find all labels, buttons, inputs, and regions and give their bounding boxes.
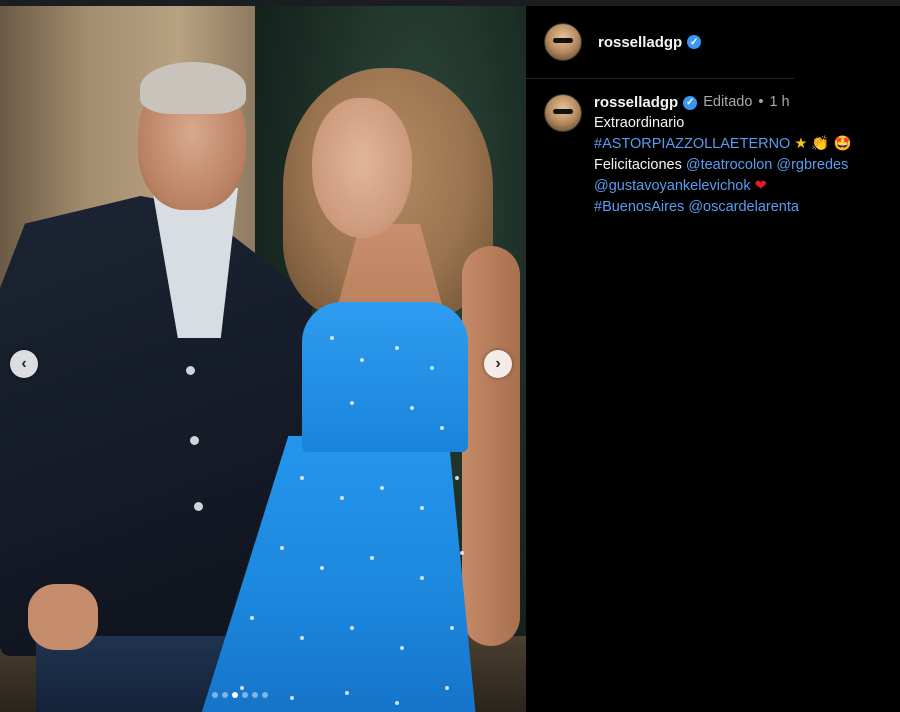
caption-line: #BuenosAires @oscardelarenta (594, 197, 852, 218)
dress-sparkle (360, 358, 364, 362)
avatar[interactable] (544, 23, 582, 61)
dress-sparkle (300, 636, 304, 640)
carousel-dot (222, 692, 228, 698)
dress-sparkle (455, 476, 459, 480)
dress-sparkle (440, 426, 444, 430)
caption-line: Felicitaciones @teatrocolon @rgbredes (594, 155, 852, 176)
post-media[interactable]: ‹ › (0, 6, 526, 712)
carousel-dot (232, 692, 238, 698)
dress-sparkle (280, 546, 284, 550)
carousel-dot (242, 692, 248, 698)
hashtag-link[interactable]: #ASTORPIAZZOLLAETERNO (594, 136, 790, 152)
dress-sparkle (420, 576, 424, 580)
carousel-prev-button[interactable]: ‹ (10, 350, 38, 378)
dress-sparkle (400, 646, 404, 650)
carousel-dot (262, 692, 268, 698)
jacket-button (186, 366, 195, 375)
caption-avatar[interactable] (544, 94, 582, 132)
dress-sparkle (340, 496, 344, 500)
dress-sparkle (330, 336, 334, 340)
dress-sparkle (380, 486, 384, 490)
caption-header: rosselladgp ✓ Editado • 1 h (594, 92, 852, 113)
caption-text: Felicitaciones (594, 157, 682, 173)
caption-line: @gustavoyankelevichok ❤ (594, 176, 852, 197)
dress-sparkle (410, 406, 414, 410)
caption-text: Extraordinario (594, 115, 685, 131)
clapping-hands-emoji-icon: 👏 (811, 136, 830, 152)
jacket-button (190, 436, 199, 445)
dress-sparkle (345, 691, 349, 695)
dress-sparkle (430, 366, 434, 370)
star-struck-emoji-icon: 🤩 (833, 136, 852, 152)
dress-sparkle (290, 696, 294, 700)
mention-link[interactable]: @gustavoyankelevichok (594, 178, 751, 194)
verified-badge-icon: ✓ (687, 35, 702, 49)
post-side-panel: rosselladgp ✓ rosselladgp ✓ Editado • 1 … (526, 6, 900, 712)
verified-badge-icon: ✓ (683, 95, 698, 110)
man-hand (28, 584, 98, 650)
post-time[interactable]: 1 h (769, 92, 789, 113)
dress-sparkle (300, 476, 304, 480)
jacket-button (194, 502, 203, 511)
dress-sparkle (395, 701, 399, 705)
carousel-next-button[interactable]: › (484, 350, 512, 378)
dress-sparkle (395, 346, 399, 350)
dress-sparkle (450, 626, 454, 630)
star-emoji-icon: ★ (794, 136, 808, 152)
dress-sparkle (320, 566, 324, 570)
caption-line: #ASTORPIAZZOLLAETERNO ★ 👏 🤩 (594, 134, 852, 155)
dress-sparkle (350, 626, 354, 630)
caption-line: Extraordinario (594, 113, 852, 134)
header-username[interactable]: rosselladgp (598, 34, 682, 51)
woman-face (312, 98, 412, 238)
heart-emoji-icon: ❤ (754, 178, 767, 194)
meta-separator: • (758, 94, 764, 110)
dress-sparkle (445, 686, 449, 690)
post-caption: rosselladgp ✓ Editado • 1 h Extraordinar… (544, 92, 894, 218)
carousel-dot (252, 692, 258, 698)
dress-sparkle (350, 401, 354, 405)
chevron-left-icon: ‹ (21, 355, 27, 372)
mention-link[interactable]: @teatrocolon (686, 157, 772, 173)
dress-sparkle (370, 556, 374, 560)
edited-label: Editado (703, 94, 753, 110)
dress-sparkle (460, 551, 464, 555)
post-header: rosselladgp ✓ (526, 6, 794, 79)
man-hair (140, 62, 246, 114)
mention-link[interactable]: @oscardelarenta (688, 199, 799, 215)
chevron-right-icon: › (495, 355, 501, 372)
caption-username[interactable]: rosselladgp (594, 92, 678, 113)
hashtag-link[interactable]: #BuenosAires (594, 199, 684, 215)
mention-link[interactable]: @rgbredes (776, 157, 848, 173)
carousel-indicator (212, 692, 268, 698)
caption-body: rosselladgp ✓ Editado • 1 h Extraordinar… (594, 92, 852, 218)
woman-arm (462, 246, 520, 646)
dress-sparkle (250, 616, 254, 620)
dress-sparkle (420, 506, 424, 510)
carousel-dot (212, 692, 218, 698)
dress-sparkle (240, 686, 244, 690)
